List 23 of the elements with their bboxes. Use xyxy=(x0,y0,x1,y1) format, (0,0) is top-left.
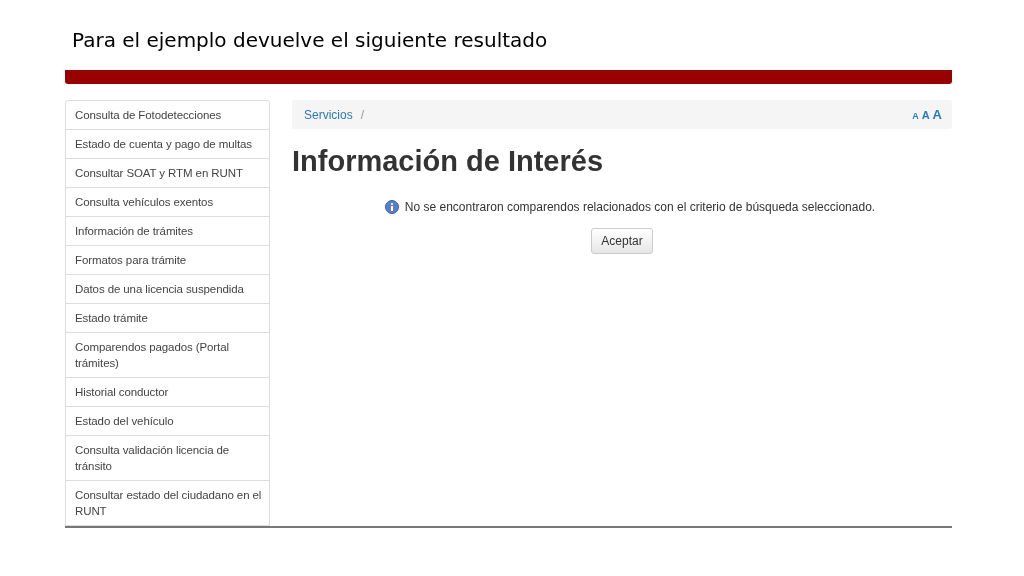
sidebar-item[interactable]: Consultar estado del ciudadano en el RUNT xyxy=(65,480,270,526)
sidebar-item[interactable]: Estado del vehículo xyxy=(65,406,270,436)
sidebar-item[interactable]: Datos de una licencia suspendida xyxy=(65,274,270,304)
sidebar-item[interactable]: Estado trámite xyxy=(65,303,270,333)
sidebar-item[interactable]: Consulta vehículos exentos xyxy=(65,187,270,217)
sidebar-item[interactable]: Comparendos pagados (Portal trámites) xyxy=(65,332,270,378)
sidebar-item[interactable]: Historial conductor xyxy=(65,377,270,407)
info-message: No se encontraron comparendos relacionados con el criterio de búsqueda seleccionado. xyxy=(404,200,876,214)
breadcrumb-separator: / xyxy=(360,107,365,122)
accept-button[interactable]: Aceptar xyxy=(591,228,653,254)
font-size-link[interactable]: A xyxy=(932,107,942,122)
font-size-link[interactable]: A xyxy=(921,109,930,121)
font-size-link[interactable]: A xyxy=(912,111,919,121)
sidebar-item[interactable]: Información de trámites xyxy=(65,216,270,246)
info-icon xyxy=(384,200,399,214)
breadcrumb-link[interactable]: Servicios xyxy=(304,107,353,122)
sidebar-item[interactable]: Consultar SOAT y RTM en RUNT xyxy=(65,158,270,188)
sidebar-item[interactable]: Consulta de Fotodetecciones xyxy=(65,100,270,130)
slide-title: Para el ejemplo devuelve el siguiente resultado xyxy=(71,28,549,54)
sidebar-item[interactable]: Formatos para trámite xyxy=(65,245,270,275)
sidebar-item[interactable]: Consulta validación licencia de tránsito xyxy=(65,435,270,481)
sidebar-item[interactable]: Estado de cuenta y pago de multas xyxy=(65,129,270,159)
page-heading: Información de Interés xyxy=(292,145,604,178)
